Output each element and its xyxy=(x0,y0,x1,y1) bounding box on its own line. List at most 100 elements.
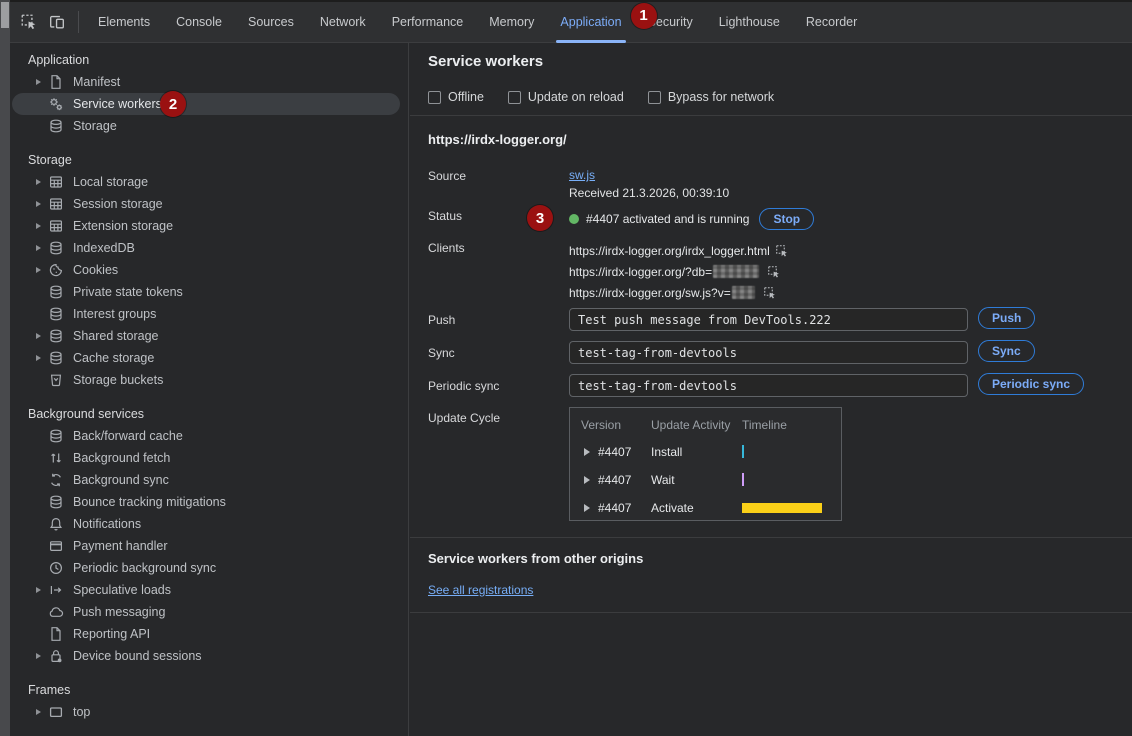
checkbox-box[interactable] xyxy=(428,91,441,104)
sidebar-item-interest-groups[interactable]: Interest groups xyxy=(10,303,408,325)
client-url: https://irdx-logger.org/sw.js?v= xyxy=(569,286,731,300)
periodic-sync-row: Periodic sync Periodic sync xyxy=(428,374,1084,397)
tab-performance[interactable]: Performance xyxy=(379,2,477,43)
sidebar-item-back-forward-cache[interactable]: Back/forward cache xyxy=(10,425,408,447)
sidebar-item-cache-storage[interactable]: Cache storage xyxy=(10,347,408,369)
sync-tag-input[interactable] xyxy=(569,341,968,364)
tab-sources[interactable]: Sources xyxy=(235,2,307,43)
expand-arrow-icon[interactable] xyxy=(36,333,41,339)
device-toolbar-icon[interactable] xyxy=(48,13,66,31)
other-origins-title: Service workers from other origins xyxy=(428,551,643,566)
sidebar-item-bounce-tracking-mitigations[interactable]: Bounce tracking mitigations xyxy=(10,491,408,513)
expand-arrow-icon[interactable] xyxy=(36,709,41,715)
sidebar-item-local-storage[interactable]: Local storage xyxy=(10,171,408,193)
checkbox-box[interactable] xyxy=(648,91,661,104)
expand-arrow-icon[interactable] xyxy=(36,179,41,185)
expand-arrow-icon[interactable] xyxy=(584,476,590,484)
expand-arrow-icon[interactable] xyxy=(36,201,41,207)
tab-network[interactable]: Network xyxy=(307,2,379,43)
push-button[interactable]: Push xyxy=(978,307,1035,329)
tab-elements[interactable]: Elements xyxy=(85,2,163,43)
stop-button[interactable]: Stop xyxy=(759,208,814,230)
sidebar-item-extension-storage[interactable]: Extension storage xyxy=(10,215,408,237)
expand-arrow-icon[interactable] xyxy=(36,587,41,593)
lock-icon xyxy=(48,648,64,664)
service-workers-panel: Service workers Offline Update on reload… xyxy=(410,44,1132,736)
sidebar-section-storage: Storage Local storage Session storage Ex… xyxy=(10,149,408,391)
activity-cell: Wait xyxy=(651,473,675,487)
expand-arrow-icon[interactable] xyxy=(584,448,590,456)
sync-button[interactable]: Sync xyxy=(978,340,1035,362)
focus-window-icon[interactable] xyxy=(767,265,781,279)
sidebar-item-indexeddb[interactable]: IndexedDB xyxy=(10,237,408,259)
tab-lighthouse[interactable]: Lighthouse xyxy=(706,2,793,43)
column-header-activity: Update Activity xyxy=(651,418,730,432)
expand-arrow-icon[interactable] xyxy=(36,355,41,361)
sidebar-item-shared-storage[interactable]: Shared storage xyxy=(10,325,408,347)
database-icon xyxy=(48,118,64,134)
devtools-toolbar: Elements Console Sources Network Perform… xyxy=(10,0,1132,43)
sidebar-item-cookies[interactable]: Cookies xyxy=(10,259,408,281)
database-icon xyxy=(48,240,64,256)
database-icon xyxy=(48,494,64,510)
sidebar-item-manifest[interactable]: Manifest xyxy=(10,71,408,93)
push-message-input[interactable] xyxy=(569,308,968,331)
tab-memory[interactable]: Memory xyxy=(476,2,547,43)
expand-arrow-icon[interactable] xyxy=(36,653,41,659)
inspect-cursor-icon[interactable] xyxy=(20,13,38,31)
source-file-link[interactable]: sw.js xyxy=(569,168,595,182)
sidebar-item-session-storage[interactable]: Session storage xyxy=(10,193,408,215)
see-all-registrations-link[interactable]: See all registrations xyxy=(428,583,533,597)
update-on-reload-checkbox[interactable]: Update on reload xyxy=(508,90,624,104)
clock-icon xyxy=(48,560,64,576)
section-divider xyxy=(410,612,1132,613)
focus-window-icon[interactable] xyxy=(775,244,789,258)
timeline-bar-install xyxy=(742,445,744,458)
expand-arrow-icon[interactable] xyxy=(584,504,590,512)
tab-console[interactable]: Console xyxy=(163,2,235,43)
periodic-sync-button[interactable]: Periodic sync xyxy=(978,373,1084,395)
focus-window-icon[interactable] xyxy=(763,286,777,300)
periodic-sync-tag-input[interactable] xyxy=(569,374,968,397)
document-icon xyxy=(48,626,64,642)
status-row: Status 3 #4407 activated and is running … xyxy=(428,208,814,230)
up-down-arrows-icon xyxy=(48,450,64,466)
sidebar-item-push-messaging[interactable]: Push messaging xyxy=(10,601,408,623)
expand-arrow-icon[interactable] xyxy=(36,267,41,273)
sidebar-item-background-fetch[interactable]: Background fetch xyxy=(10,447,408,469)
database-icon xyxy=(48,350,64,366)
sidebar-item-device-bound-sessions[interactable]: Device bound sessions xyxy=(10,645,408,667)
cookie-icon xyxy=(48,262,64,278)
offline-checkbox[interactable]: Offline xyxy=(428,90,484,104)
source-received: Received 21.3.2026, 00:39:10 xyxy=(569,186,729,200)
database-icon xyxy=(48,306,64,322)
expand-arrow-icon[interactable] xyxy=(36,79,41,85)
sidebar-item-storage[interactable]: Storage xyxy=(10,115,408,137)
page-scrollbar-thumb[interactable] xyxy=(1,2,9,28)
bypass-for-network-checkbox[interactable]: Bypass for network xyxy=(648,90,774,104)
sidebar-item-payment-handler[interactable]: Payment handler xyxy=(10,535,408,557)
expand-arrow-icon[interactable] xyxy=(36,245,41,251)
version-cell: #4407 xyxy=(598,473,631,487)
sidebar-item-periodic-background-sync[interactable]: Periodic background sync xyxy=(10,557,408,579)
expand-arrow-icon[interactable] xyxy=(36,223,41,229)
sidebar-item-private-state-tokens[interactable]: Private state tokens xyxy=(10,281,408,303)
timeline-bar-activate xyxy=(742,503,822,513)
checkbox-box[interactable] xyxy=(508,91,521,104)
sidebar-item-storage-buckets[interactable]: Storage buckets xyxy=(10,369,408,391)
sidebar-item-background-sync[interactable]: Background sync xyxy=(10,469,408,491)
tab-application[interactable]: Application 1 xyxy=(547,2,634,43)
sidebar-item-reporting-api[interactable]: Reporting API xyxy=(10,623,408,645)
column-header-timeline: Timeline xyxy=(742,418,787,432)
push-label: Push xyxy=(428,308,569,327)
page-scrollbar[interactable] xyxy=(0,0,10,736)
sidebar-item-notifications[interactable]: Notifications xyxy=(10,513,408,535)
sidebar-item-service-workers[interactable]: Service workers 2 xyxy=(12,93,400,115)
sidebar-section-title-application: Application xyxy=(10,49,408,71)
sidebar-item-speculative-loads[interactable]: Speculative loads xyxy=(10,579,408,601)
panel-title: Service workers xyxy=(428,53,543,70)
table-icon xyxy=(48,174,64,190)
section-divider xyxy=(410,115,1132,116)
sidebar-item-top-frame[interactable]: top xyxy=(10,701,408,723)
tab-recorder[interactable]: Recorder xyxy=(793,2,870,43)
